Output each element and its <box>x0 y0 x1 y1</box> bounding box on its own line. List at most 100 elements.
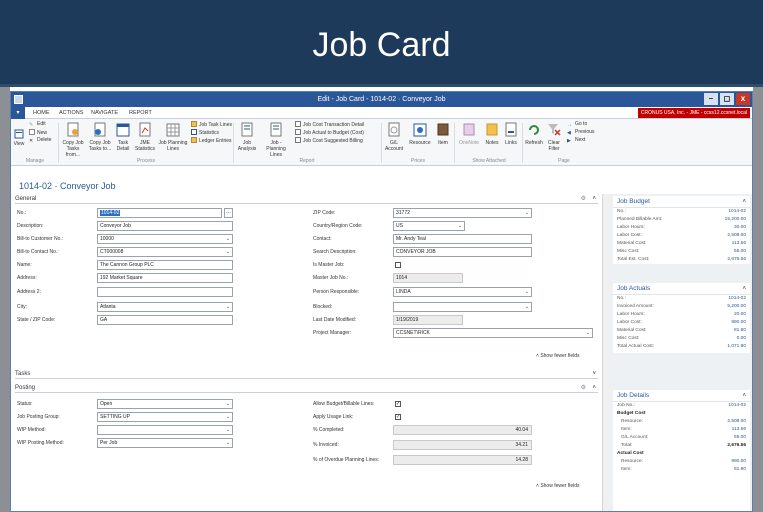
apply-usage-link-checkbox[interactable]: ✓ <box>395 414 401 420</box>
job-analysis-button[interactable]: Job Analysis <box>235 122 259 152</box>
person-responsible-field[interactable]: LINDA ⌄ <box>393 287 532 297</box>
city-label: City: <box>17 304 27 310</box>
minimize-button[interactable]: – <box>704 93 718 105</box>
task-lines-icon <box>191 121 197 127</box>
customize-icon[interactable]: ⚙ <box>581 383 586 393</box>
zip-label: ZIP Code: <box>313 210 336 216</box>
allow-budget-label: Allow Budget/Billable Lines: <box>313 401 375 407</box>
next-button[interactable]: ▶ Next <box>567 137 585 144</box>
tab-home[interactable]: HOME <box>33 107 50 119</box>
zip-field[interactable]: 31772 ⌄ <box>393 208 532 218</box>
group-report-label: Report <box>299 158 315 164</box>
address2-field[interactable] <box>97 287 233 297</box>
no-field[interactable]: 1014-02 <box>97 208 222 218</box>
factbox-job-budget: Job Budget ˄ No.: 1014-02 Planned Billable… <box>613 196 750 264</box>
job-task-lines-button[interactable]: Job Task Lines <box>191 121 232 129</box>
contact-field[interactable]: Mr. Andy Teal <box>393 234 532 244</box>
item-prices-button[interactable]: Item <box>435 122 451 146</box>
chevron-up-icon[interactable]: ˄ <box>592 383 596 393</box>
view-button[interactable]: View <box>13 129 25 147</box>
show-fewer-fields-posting[interactable]: ˄ Show fewer fields <box>536 483 580 489</box>
budget-row: Misc Cost: 55.00 <box>617 249 746 254</box>
blocked-field[interactable]: ⌄ <box>393 302 532 312</box>
search-description-field[interactable]: CONVEYOR JOB <box>393 247 532 257</box>
close-button[interactable]: x <box>736 93 750 105</box>
company-badge[interactable]: CRONUS USA, Inc. - JME - ccss12.ccsnet.l… <box>637 108 750 118</box>
jme-statistics-button[interactable]: JME Statistics <box>134 122 156 152</box>
task-detail-button[interactable]: Task Detail <box>114 122 132 152</box>
wip-method-field[interactable]: ⌄ <box>97 425 233 435</box>
resource-icon <box>413 123 427 137</box>
links-button[interactable]: Links <box>503 122 519 146</box>
job-cost-suggested-billing-button[interactable]: Job Cost Suggested Billing <box>295 137 363 145</box>
name-field[interactable]: The Cannon Group PLC <box>97 260 233 270</box>
job-actual-to-budget-button[interactable]: Job Actual to Budget (Cost) <box>295 129 364 137</box>
allow-budget-checkbox[interactable]: ✓ <box>395 401 401 407</box>
master-job-no-field: 1014 <box>393 273 463 283</box>
job-cost-transaction-detail-button[interactable]: Job Cost Transaction Detail <box>295 121 364 129</box>
pct-overdue-label: % of Overdue Planning Lines: <box>313 457 380 463</box>
onenote-icon <box>463 123 475 136</box>
no-assist-button[interactable]: … <box>224 208 233 218</box>
copy-job-tasks-from-button[interactable]: Copy Job Tasks from... <box>60 122 86 158</box>
app-menu-button[interactable]: ▾ <box>11 107 25 119</box>
gl-account-prices-button[interactable]: G/L Account <box>383 122 405 152</box>
chevron-up-icon[interactable]: ˄ <box>592 194 596 204</box>
statistics-button[interactable]: Statistics <box>191 129 219 137</box>
factbox-actuals-header[interactable]: Job Actuals ˄ <box>613 283 750 295</box>
factbox-details-header[interactable]: Job Details ˄ <box>613 390 750 402</box>
maximize-button[interactable]: ◻ <box>720 93 734 105</box>
job-planning-lines-button[interactable]: Job Planning Lines <box>158 122 188 152</box>
address-field[interactable]: 192 Market Square <box>97 273 233 283</box>
tab-actions[interactable]: ACTIONS <box>59 107 83 119</box>
copy-job-tasks-to-button[interactable]: Copy Job Tasks to... <box>88 122 112 152</box>
ribbon-tabs: ▾ HOME ACTIONS NAVIGATE REPORT CRONUS US… <box>11 107 752 119</box>
tab-navigate[interactable]: NAVIGATE <box>91 107 118 119</box>
state-field[interactable]: GA <box>97 315 233 325</box>
goto-button[interactable]: → Go to <box>567 121 587 128</box>
notes-button[interactable]: Notes <box>483 122 501 146</box>
chevron-down-icon: ⌄ <box>225 236 230 242</box>
chevron-down-icon[interactable]: ˅ <box>592 369 596 379</box>
section-posting-title: Posting <box>15 385 36 391</box>
edit-button[interactable]: ✎ Edit <box>29 121 46 128</box>
section-posting-header[interactable]: Posting ⚙ ˄ <box>15 383 598 393</box>
statistics-icon <box>191 129 197 135</box>
pct-invoiced-label: % Invoiced: <box>313 442 339 448</box>
bill-to-contact-field[interactable]: CT000008 ⌄ <box>97 247 233 257</box>
customize-icon[interactable]: ⚙ <box>581 194 586 204</box>
chevron-down-icon: ⌄ <box>225 414 230 420</box>
main-scrollbar[interactable] <box>602 194 609 511</box>
job-posting-group-field[interactable]: SETTING UP ⌄ <box>97 412 233 422</box>
bill-to-customer-field[interactable]: 10000 ⌄ <box>97 234 233 244</box>
description-field[interactable]: Conveyor Job <box>97 221 233 231</box>
budget-row: No.: 1014-02 <box>617 209 746 214</box>
wip-posting-method-field[interactable]: Per Job ⌄ <box>97 438 233 448</box>
apply-usage-link-label: Apply Usage Link: <box>313 414 354 420</box>
refresh-button[interactable]: Refresh <box>524 122 544 146</box>
previous-button[interactable]: ◀ Previous <box>567 129 594 136</box>
onenote-button[interactable]: OneNote <box>457 122 481 146</box>
city-field[interactable]: Atlanta ⌄ <box>97 302 233 312</box>
is-master-job-checkbox[interactable] <box>395 262 401 268</box>
tab-report[interactable]: REPORT <box>129 107 152 119</box>
country-field[interactable]: US ⌄ <box>393 221 465 231</box>
project-manager-field[interactable]: CCSNET\RICK ⌄ <box>393 328 593 338</box>
planning-lines-icon <box>166 123 180 137</box>
details-job-no-row: Job No.: 1014-02 <box>617 403 746 408</box>
show-fewer-fields-general[interactable]: ˄ Show fewer fields <box>536 353 580 359</box>
section-general-header[interactable]: General ⚙ ˄ <box>15 194 598 204</box>
resource-prices-button[interactable]: Resource <box>407 122 433 146</box>
main-content: General ⚙ ˄ No.: 1014-02 … Description: … <box>11 194 602 511</box>
factbox-budget-header[interactable]: Job Budget ˄ <box>613 196 750 208</box>
job-planning-lines-report-button[interactable]: Job - Planning Lines <box>261 122 291 158</box>
previous-icon: ◀ <box>567 130 571 136</box>
section-tasks-header[interactable]: Tasks ˅ <box>15 369 598 379</box>
delete-button[interactable]: ✕ Delete <box>29 137 51 144</box>
new-button[interactable]: New <box>29 129 47 137</box>
details-actual-row: Item: 81.80 <box>621 467 746 472</box>
clear-filter-button[interactable]: Clear Filter <box>546 122 562 152</box>
status-field[interactable]: Open ⌄ <box>97 399 233 409</box>
ledger-entries-button[interactable]: Ledger Entries <box>191 137 232 145</box>
chevron-up-icon: ˄ <box>742 199 746 205</box>
